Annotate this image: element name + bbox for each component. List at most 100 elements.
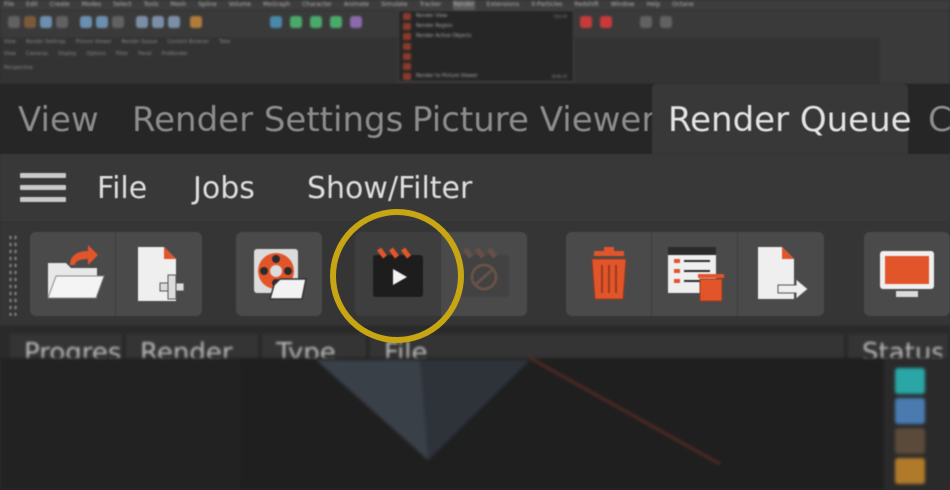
main-menu-item[interactable]: Edit <box>26 0 38 10</box>
tool-icon[interactable] <box>168 16 180 28</box>
main-menu-item[interactable]: Redshift <box>574 0 598 10</box>
side-tool-icon[interactable] <box>895 368 925 394</box>
tool-icon[interactable] <box>600 16 612 28</box>
render-menu-popup: Render View Ctrl+R Render Region Render A… <box>398 10 574 82</box>
tab-render-settings[interactable]: Render Settings <box>116 84 419 154</box>
main-menu-item[interactable]: Mesh <box>170 0 186 10</box>
popup-menu-item[interactable] <box>399 61 573 71</box>
menu-file[interactable]: File <box>97 154 147 222</box>
popup-menu-item[interactable] <box>399 51 573 61</box>
submenu-item[interactable]: Picture Viewer <box>76 38 112 47</box>
tool-icon[interactable] <box>40 16 52 28</box>
main-menu-item[interactable]: Animate <box>344 0 369 10</box>
toolbar-grip-handle[interactable] <box>8 234 18 316</box>
column-header-progress[interactable]: Progress <box>24 338 120 360</box>
attribute-panel-corner <box>880 36 950 84</box>
export-job-button[interactable] <box>738 232 824 316</box>
main-menu-item[interactable]: Select <box>113 0 132 10</box>
main-menu-item[interactable]: Simulate <box>381 0 408 10</box>
popup-menu-item[interactable]: Render to Picture Viewer Shift+R <box>399 71 573 81</box>
main-menu-item-render[interactable]: Render <box>453 0 475 10</box>
tool-icon[interactable] <box>270 16 282 28</box>
column-header-render[interactable]: Render <box>140 338 252 360</box>
submenu-item[interactable]: Panel <box>138 50 152 59</box>
popup-menu-item[interactable] <box>399 41 573 51</box>
tool-icon[interactable] <box>80 16 92 28</box>
tool-icon[interactable] <box>56 16 68 28</box>
column-header-type[interactable]: Type <box>276 338 360 360</box>
render-region-icon <box>403 22 411 30</box>
main-menu-item[interactable]: Tools <box>144 0 159 10</box>
main-menu-item[interactable]: File <box>4 0 14 10</box>
toolbar-group-settings <box>236 232 322 316</box>
submenu-item[interactable]: Take <box>219 38 230 47</box>
popup-menu-item[interactable]: Render View Ctrl+R <box>399 11 573 21</box>
submenu-item[interactable]: ProRender <box>162 50 188 59</box>
stop-render-button[interactable] <box>441 232 527 316</box>
submenu-item[interactable]: Render Settings <box>26 38 66 47</box>
application-top-strip: File Edit Create Modes Select Tools Mesh… <box>0 0 950 84</box>
tool-icon[interactable] <box>152 16 164 28</box>
popup-menu-item[interactable]: Render Active Objects <box>399 31 573 41</box>
tab-render-queue[interactable]: Render Queue <box>652 84 912 154</box>
tool-icon[interactable] <box>190 16 202 28</box>
tool-icon[interactable] <box>290 16 302 28</box>
export-job-icon <box>758 247 809 301</box>
picture-viewer-icon <box>403 72 411 80</box>
tab-view[interactable]: View <box>2 84 115 154</box>
submenu-item[interactable]: Render Queue <box>122 38 158 47</box>
toolbar-group-jobs <box>566 232 824 316</box>
tool-icon[interactable] <box>112 16 124 28</box>
submenu-item[interactable]: View <box>4 38 16 47</box>
tool-icon[interactable] <box>8 16 20 28</box>
render-queue-toolbar <box>0 222 950 326</box>
side-tool-icon[interactable] <box>895 398 925 424</box>
main-menu-item[interactable]: Spline <box>198 0 216 10</box>
column-header-file[interactable]: File <box>384 338 824 360</box>
open-project-button[interactable] <box>30 232 116 316</box>
submenu-item[interactable]: Content Browser <box>167 38 209 47</box>
tool-icon[interactable] <box>310 16 322 28</box>
main-menu-item[interactable]: Volume <box>229 0 251 10</box>
main-menu-item[interactable]: Extensions <box>487 0 520 10</box>
tool-icon[interactable] <box>640 16 652 28</box>
tool-icon[interactable] <box>24 16 36 28</box>
delete-all-jobs-button[interactable] <box>652 232 738 316</box>
main-menu-item[interactable]: Tracker <box>420 0 442 10</box>
submenu-item[interactable]: Options <box>87 50 106 59</box>
tool-icon[interactable] <box>136 16 148 28</box>
side-tool-icon[interactable] <box>895 458 925 484</box>
main-menu-item[interactable]: Octane <box>672 0 694 10</box>
side-tool-icon[interactable] <box>895 428 925 454</box>
menu-jobs[interactable]: Jobs <box>193 154 255 222</box>
main-menu-item[interactable]: Help <box>646 0 660 10</box>
hamburger-menu-icon[interactable] <box>20 173 66 205</box>
tool-icon[interactable] <box>96 16 108 28</box>
popup-menu-item[interactable]: Render Region <box>399 21 573 31</box>
main-menu-item[interactable]: X-Particles <box>531 0 562 10</box>
submenu-item[interactable]: Filter <box>116 50 128 59</box>
menu-show-filter[interactable]: Show/Filter <box>307 154 472 222</box>
tool-icon[interactable] <box>350 16 362 28</box>
tab-overflow[interactable]: C <box>912 84 950 154</box>
monitor-button[interactable] <box>864 232 950 316</box>
new-job-button[interactable] <box>116 232 202 316</box>
main-menu-item[interactable]: MoGraph <box>263 0 290 10</box>
submenu-item[interactable]: Cameras <box>26 50 48 59</box>
tool-icon[interactable] <box>660 16 672 28</box>
start-render-button[interactable] <box>355 232 441 316</box>
main-menu-item[interactable]: Modes <box>82 0 101 10</box>
tool-icon[interactable] <box>580 16 592 28</box>
main-menu-item[interactable]: Character <box>302 0 332 10</box>
column-header-status[interactable]: Status <box>862 338 942 360</box>
tab-picture-viewer[interactable]: Picture Viewer <box>396 84 671 154</box>
delete-job-button[interactable] <box>566 232 652 316</box>
submenu-item[interactable]: Display <box>58 50 76 59</box>
main-menu-item[interactable]: Window <box>611 0 635 10</box>
render-settings-button[interactable] <box>236 232 322 316</box>
render-active-icon <box>403 32 411 40</box>
main-menu-item[interactable]: Create <box>50 0 70 10</box>
stop-render-icon <box>459 247 509 297</box>
tool-icon[interactable] <box>330 16 342 28</box>
submenu-item[interactable]: View <box>4 50 16 59</box>
